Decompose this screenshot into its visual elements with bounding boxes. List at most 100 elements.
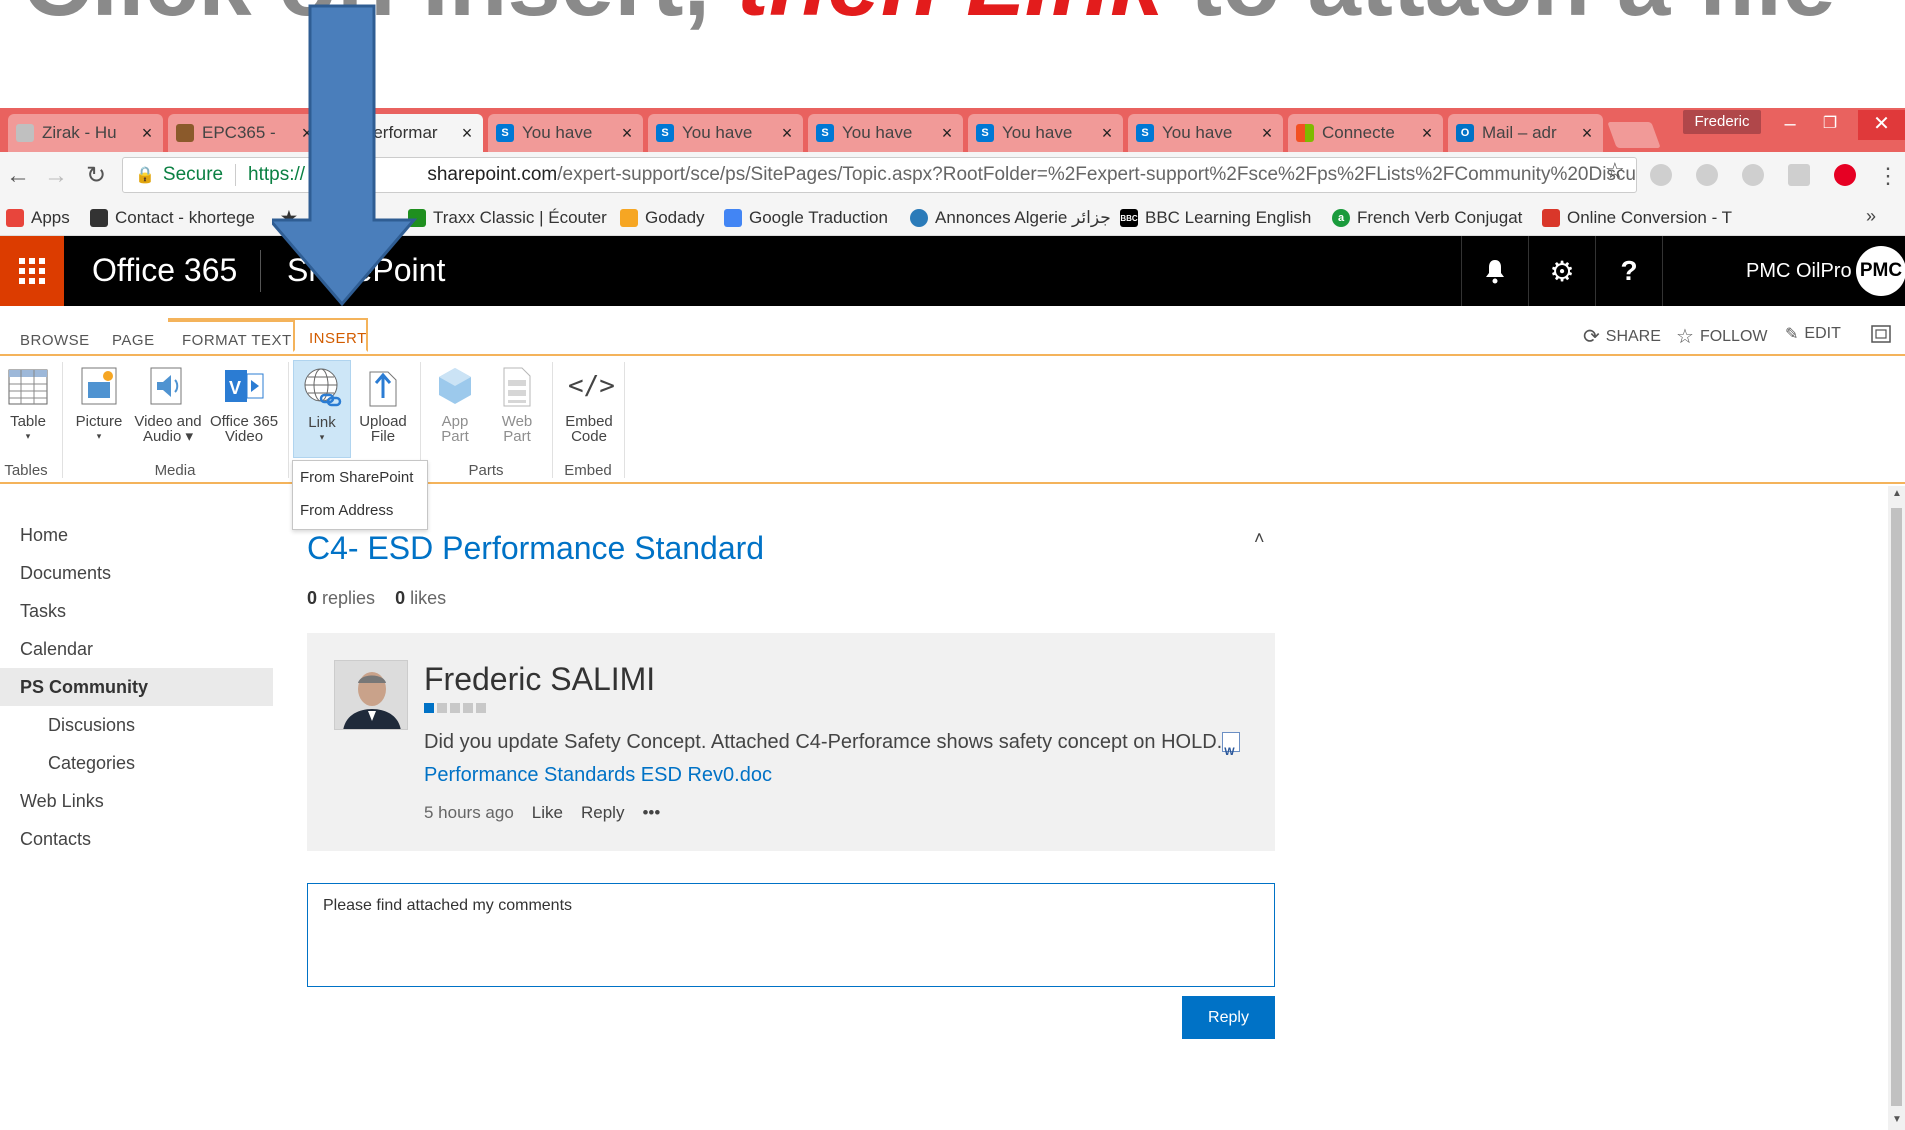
browser-tab[interactable]: S You have × [1128,114,1283,152]
scroll-down-icon[interactable]: ▼ [1892,1114,1902,1125]
insert-table-button[interactable]: Table ▾ [4,364,52,444]
nav-item-calendar[interactable]: Calendar [0,630,273,668]
tab-page[interactable]: PAGE [100,322,167,356]
close-tab-icon[interactable]: × [939,123,955,144]
notifications-bell-icon[interactable] [1462,236,1528,306]
nav-item-discussions[interactable]: Discusions [0,706,273,744]
browser-tab[interactable]: Zirak - Hu × [8,114,163,152]
bookmark-online-conversion[interactable]: Online Conversion - T [1542,205,1732,231]
close-tab-icon[interactable]: × [1099,123,1115,144]
browser-tab[interactable]: S You have × [968,114,1123,152]
close-tab-icon[interactable]: × [459,123,475,144]
focus-mode-icon[interactable] [1870,324,1892,344]
user-avatar[interactable]: PMC [1856,246,1905,296]
forward-icon[interactable]: → [42,162,70,190]
more-options-icon[interactable]: ••• [642,803,660,823]
nav-item-home[interactable]: Home [0,516,273,554]
link-label: Link [308,414,336,431]
post-author-name[interactable]: Frederic SALIMI [424,661,655,698]
browser-tab[interactable]: S You have × [648,114,803,152]
browser-tab[interactable]: S You have × [808,114,963,152]
insert-o365-video-button[interactable]: V Office 365 Video [208,364,280,444]
nav-item-web-links[interactable]: Web Links [0,782,273,820]
browser-tab[interactable]: S You have × [488,114,643,152]
browser-menu-icon[interactable]: ⋮ [1874,162,1902,190]
reply-submit-button[interactable]: Reply [1182,996,1275,1039]
tab-label: You have [842,123,913,142]
o365-video-label-line2: Video [224,428,264,445]
bookmark-google-translate[interactable]: Google Traduction [724,205,888,231]
share-button[interactable]: ⟳ SHARE [1583,324,1661,349]
skype-extension-icon[interactable] [1650,164,1672,186]
close-tab-icon[interactable]: × [619,123,635,144]
reply-link[interactable]: Reply [581,803,624,823]
restore-icon[interactable]: ❐ [1810,110,1850,140]
close-tab-icon[interactable]: × [779,123,795,144]
browser-tab[interactable]: O Mail – adr × [1448,114,1603,152]
pinterest-icon[interactable] [1834,164,1856,186]
upload-file-icon [362,364,404,408]
bookmark-star-icon[interactable]: ☆ [1605,158,1625,184]
minimize-icon[interactable]: – [1770,110,1810,140]
upload-file-button[interactable]: Upload File [356,364,410,444]
browser-tab[interactable]: Connecte × [1288,114,1443,152]
insert-link-button[interactable]: Link ▾ [293,360,351,458]
window-close-icon[interactable]: ✕ [1858,110,1905,140]
menu-item-from-address[interactable]: From Address [293,494,427,527]
bookmark-french-verb[interactable]: a French Verb Conjugat [1332,205,1522,231]
settings-gear-icon[interactable]: ⚙ [1529,236,1595,306]
web-part-icon [496,364,538,408]
bookmark-contact[interactable]: Contact - khortege [90,205,255,231]
new-tab-button[interactable] [1607,122,1661,148]
office365-brand[interactable]: Office 365 [92,252,237,289]
close-tab-icon[interactable]: × [1259,123,1275,144]
user-name[interactable]: PMC OilPro [1746,260,1852,283]
nav-item-documents[interactable]: Documents [0,554,273,592]
sharepoint-favicon-icon: S [496,124,514,142]
url-host: sharepoint.com [427,164,558,185]
close-tab-icon[interactable]: × [1419,123,1435,144]
bookmark-annonces[interactable]: Annonces Algerie جزائر [910,205,1111,231]
web-part-button[interactable]: Web Part [490,364,544,444]
bookmark-bbc[interactable]: BBC BBC Learning English [1120,205,1311,231]
reload-icon[interactable]: ↻ [82,162,110,190]
reply-editor[interactable]: Please find attached my comments [307,883,1275,987]
extension-icon[interactable] [1788,164,1810,186]
follow-button[interactable]: ☆ FOLLOW [1676,324,1768,349]
menu-item-from-sharepoint[interactable]: From SharePoint [293,461,427,494]
app-launcher-icon[interactable] [0,236,64,306]
back-icon[interactable]: ← [4,162,32,190]
browser-profile-button[interactable]: Frederic [1683,110,1761,134]
attachment-link[interactable]: Performance Standards ESD Rev0.doc [424,764,772,786]
more-bookmarks-icon[interactable]: » [1866,206,1876,227]
insert-video-audio-button[interactable]: Video and Audio ▾ [132,364,204,444]
author-avatar[interactable] [334,660,408,730]
verb-icon: a [1332,209,1350,227]
upload-label-line1: Upload [359,413,407,430]
tab-insert[interactable]: INSERT [293,318,368,352]
help-icon[interactable]: ? [1596,236,1662,306]
nav-item-ps-community[interactable]: PS Community [0,668,273,706]
collapse-chevron-up-icon[interactable]: ˄ [1254,528,1265,549]
nav-item-tasks[interactable]: Tasks [0,592,273,630]
bookmark-traxx[interactable]: Traxx Classic | Écouter [408,205,607,231]
insert-picture-button[interactable]: Picture ▾ [72,364,126,444]
page-scrollbar[interactable]: ▲ ▼ [1888,486,1905,1130]
skype-extension-icon[interactable] [1742,164,1764,186]
app-part-button[interactable]: App Part [428,364,482,444]
like-button[interactable]: Like [532,803,563,823]
scroll-up-icon[interactable]: ▲ [1892,488,1902,499]
bookmark-godaddy[interactable]: Godady [620,205,705,231]
replies-label: replies [322,588,376,608]
scrollbar-thumb[interactable] [1891,508,1902,1106]
bookmark-apps[interactable]: Apps [6,205,70,231]
nav-item-contacts[interactable]: Contacts [0,820,273,858]
embed-code-button[interactable]: </> Embed Code [558,364,620,444]
tab-browse[interactable]: BROWSE [8,322,102,356]
close-tab-icon[interactable]: × [139,123,155,144]
extension-icon[interactable] [1696,164,1718,186]
video-audio-icon [147,364,189,408]
close-tab-icon[interactable]: × [1579,123,1595,144]
nav-item-categories[interactable]: Categories [0,744,273,782]
edit-button[interactable]: ✎ EDIT [1785,324,1841,344]
